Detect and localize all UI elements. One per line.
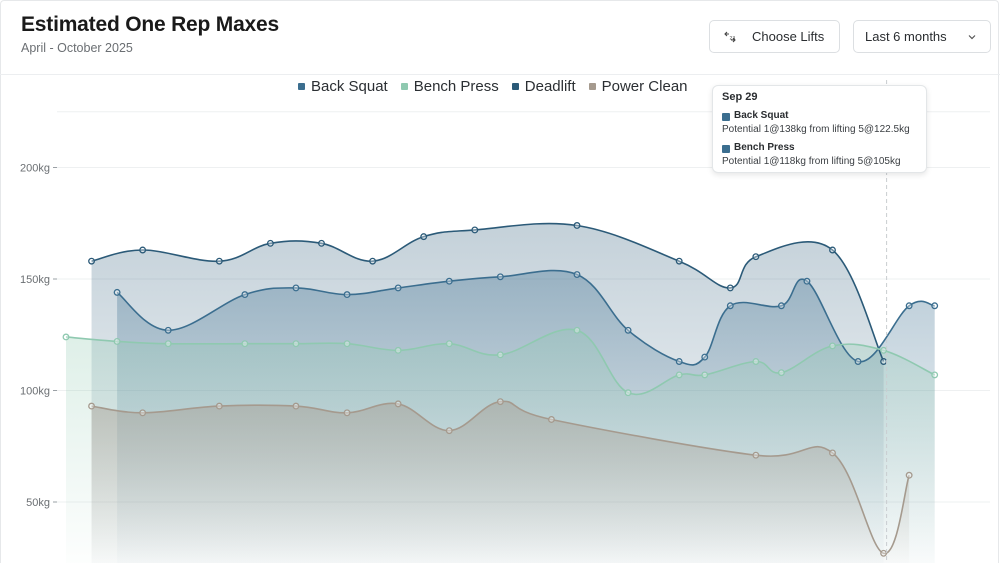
point-power-clean[interactable] [752,451,760,459]
point-power-clean[interactable] [139,409,147,417]
point-deadlift[interactable] [573,222,581,229]
point-deadlift[interactable] [675,257,683,265]
point-deadlift[interactable] [369,257,377,265]
tooltip-series-name-2: Bench Press [734,142,795,153]
point-bench-press[interactable] [343,340,351,348]
point-bench-press[interactable] [394,346,402,354]
chart-legend: Back Squat Bench Press Deadlift Power Clean [298,78,688,95]
point-deadlift[interactable] [88,257,95,265]
y-tick-label: 200kg [20,163,50,175]
point-bench-press[interactable] [113,337,121,345]
point-deadlift[interactable] [880,358,888,365]
chart-tooltip: Sep 29 Back Squat Potential 1@138kg from… [712,85,927,173]
point-bench-press[interactable] [496,351,504,359]
tooltip-swatch-2 [722,145,730,153]
point-bench-press[interactable] [777,369,785,377]
tooltip-date: Sep 29 [722,91,758,103]
point-back-squat[interactable] [624,326,632,334]
legend-swatch [298,83,305,90]
point-back-squat[interactable] [803,277,811,285]
point-back-squat[interactable] [113,288,121,296]
point-power-clean[interactable] [548,416,555,423]
point-bench-press[interactable] [241,340,249,348]
point-deadlift[interactable] [471,226,479,234]
point-deadlift[interactable] [139,246,147,254]
point-deadlift[interactable] [726,284,734,292]
point-back-squat[interactable] [292,284,300,292]
point-power-clean[interactable] [445,427,453,435]
point-power-clean[interactable] [215,402,223,410]
point-bench-press[interactable] [675,371,683,379]
legend-item-bench-press[interactable]: Bench Press [400,78,499,95]
legend-label: Power Clean [601,78,688,95]
legend-swatch [511,83,519,90]
legend-label: Deadlift [524,78,576,95]
point-deadlift[interactable] [266,239,274,247]
tooltip-series-text-2: Potential 1@118kg from lifting 5@105kg [722,156,901,167]
point-power-clean[interactable] [496,398,504,406]
point-deadlift[interactable] [318,239,325,247]
point-deadlift[interactable] [215,257,223,265]
point-power-clean[interactable] [292,402,300,410]
point-deadlift[interactable] [420,233,428,241]
y-tick-label: 50kg [26,497,50,509]
legend-item-back-squat[interactable]: Back Squat [298,78,388,95]
point-back-squat[interactable] [164,326,172,334]
point-power-clean[interactable] [394,400,402,408]
point-back-squat[interactable] [726,302,734,310]
point-back-squat[interactable] [573,271,581,278]
point-back-squat[interactable] [905,302,913,310]
point-bench-press[interactable] [880,346,888,354]
point-back-squat[interactable] [701,353,709,361]
tooltip-series-text-1: Potential 1@138kg from lifting 5@122.5kg [722,124,910,135]
point-back-squat[interactable] [777,302,785,310]
point-bench-press[interactable] [445,340,453,348]
point-bench-press[interactable] [701,371,709,379]
legend-label: Bench Press [413,78,499,95]
point-back-squat[interactable] [675,358,683,365]
point-deadlift[interactable] [752,253,760,261]
point-back-squat[interactable] [343,291,351,299]
point-bench-press[interactable] [752,358,760,365]
point-back-squat[interactable] [496,273,504,281]
tooltip-swatch-1 [722,113,730,121]
legend-swatch [400,83,408,90]
legend-item-deadlift[interactable]: Deadlift [511,78,576,95]
point-bench-press[interactable] [573,326,581,334]
legend-label: Back Squat [311,78,388,95]
point-back-squat[interactable] [394,284,402,292]
point-power-clean[interactable] [829,449,836,457]
tooltip-series-name-1: Back Squat [734,110,789,121]
point-bench-press[interactable] [292,340,300,348]
point-bench-press[interactable] [62,333,70,341]
point-power-clean[interactable] [88,402,95,410]
point-bench-press[interactable] [624,389,632,397]
point-back-squat[interactable] [241,291,249,299]
y-tick-label: 100kg [20,386,50,398]
point-deadlift[interactable] [829,246,836,254]
point-back-squat[interactable] [931,302,939,310]
point-back-squat[interactable] [854,358,862,365]
y-axis: 200kg 150kg 100kg 50kg [20,163,57,509]
point-power-clean[interactable] [905,471,913,479]
y-tick-label: 150kg [20,274,50,286]
point-power-clean[interactable] [880,549,888,557]
point-bench-press[interactable] [931,371,939,379]
point-power-clean[interactable] [343,409,351,417]
point-back-squat[interactable] [445,277,453,285]
point-bench-press[interactable] [164,340,172,348]
legend-swatch [588,83,596,90]
point-bench-press[interactable] [829,342,836,350]
legend-item-power-clean[interactable]: Power Clean [588,78,688,95]
